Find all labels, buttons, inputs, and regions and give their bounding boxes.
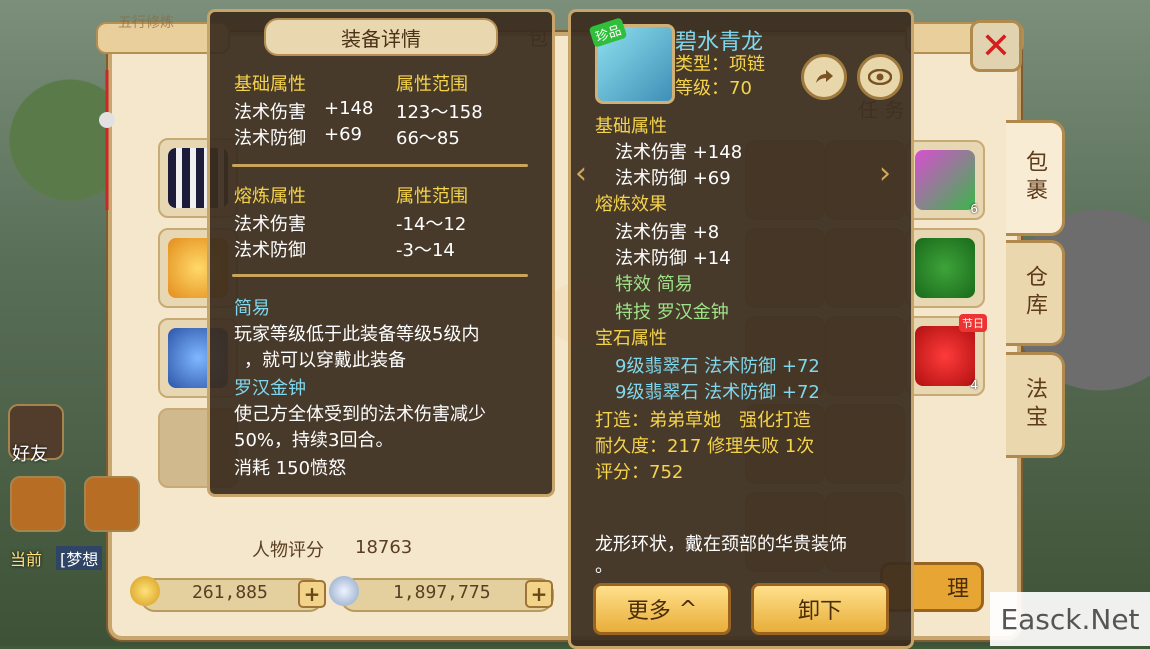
special-skill: 特技 罗汉金钟 — [615, 302, 729, 323]
gem-leaf-icon — [915, 238, 975, 298]
smelt-attr: 法术伤害 +8 — [615, 222, 720, 243]
attr-range: 123～158 — [396, 102, 483, 123]
tassel-ornament — [99, 70, 115, 210]
voice-mic-icon[interactable] — [84, 476, 140, 532]
chat-channel-tag[interactable]: [梦想 — [56, 546, 103, 570]
tab-bag[interactable]: 包裹 — [1006, 120, 1065, 236]
more-button-label: 更多 — [626, 599, 671, 624]
gift-box-icon — [915, 150, 975, 210]
friend-label: 好友 — [12, 444, 48, 465]
base-attr: 法术伤害 +148 — [615, 142, 743, 163]
add-silver-button[interactable]: + — [525, 580, 553, 608]
chat-bubble-icon[interactable] — [10, 476, 66, 532]
attr-name: 法术防御 — [234, 128, 306, 149]
effect-description-cont: ，就可以穿戴此装备 — [244, 350, 406, 371]
stack-count: 4 — [970, 378, 978, 392]
special-effect: 特效 简易 — [615, 274, 693, 295]
rating-info: 评分：752 — [595, 462, 684, 483]
divider — [232, 164, 528, 167]
skill-cost: 消耗 150愤怒 — [234, 458, 347, 479]
durability-info: 耐久度：217 修理失败 1次 — [595, 436, 815, 457]
site-watermark: Easck.Net — [990, 592, 1150, 646]
skill-description-cont: 50%，持续3回合。 — [234, 430, 394, 451]
item-description-tail: 。 — [595, 556, 613, 577]
unequip-button[interactable]: 卸下 — [751, 583, 889, 635]
hidden-title: 五行修炼 — [118, 15, 174, 31]
item-level: 等级：70 — [675, 78, 752, 99]
share-icon — [816, 70, 833, 83]
eye-icon — [868, 69, 892, 85]
gold-amount: 261,885 — [192, 582, 268, 603]
base-attr-header: 基础属性 — [234, 74, 306, 95]
silver-coin-icon — [329, 576, 359, 606]
base-attr: 法术防御 +69 — [615, 168, 731, 189]
effect-description: 玩家等级低于此装备等级5级内 — [234, 324, 480, 345]
add-gold-button[interactable]: + — [298, 580, 326, 608]
close-button[interactable]: ✕ — [970, 20, 1022, 72]
preview-button[interactable] — [857, 54, 903, 100]
tab-storage[interactable]: 仓库 — [1006, 240, 1065, 346]
smelt-attr-header: 熔炼属性 — [234, 186, 306, 207]
current-channel-label: 当前 — [10, 550, 43, 569]
chevron-up-icon: ^ — [678, 596, 698, 622]
festival-badge: 节日 — [959, 314, 987, 332]
stack-count: 6 — [970, 202, 978, 216]
next-item-arrow[interactable]: › — [879, 156, 891, 191]
attr-value: +148 — [324, 98, 374, 119]
smelt-attr: 法术防御 +14 — [615, 248, 731, 269]
gem-attr: 9级翡翠石 法术防御 +72 — [615, 382, 820, 403]
bag-slot-item[interactable] — [905, 228, 985, 308]
base-attr-header: 基础属性 — [595, 116, 667, 137]
score-value: 18763 — [355, 537, 413, 558]
smelt-attr-name: 法术伤害 — [234, 214, 306, 235]
item-type: 类型：项链 — [675, 54, 765, 75]
more-button[interactable]: 更多 ^ — [593, 583, 731, 635]
smelt-attr-range: -14～12 — [396, 214, 467, 235]
forge-info: 打造：弟弟草她 强化打造 — [595, 410, 811, 431]
close-icon: ✕ — [980, 25, 1012, 67]
share-button[interactable] — [801, 54, 847, 100]
attr-value: +69 — [324, 124, 362, 145]
santa-hat-icon — [915, 326, 975, 386]
silver-amount: 1,897,775 — [393, 582, 491, 603]
bag-slot-item[interactable]: 6 — [905, 140, 985, 220]
tab-magic-treasure[interactable]: 法宝 — [1006, 352, 1065, 458]
smelt-attr-range: -3～14 — [396, 240, 455, 261]
skill-name: 罗汉金钟 — [234, 378, 306, 399]
smelt-effect-header: 熔炼效果 — [595, 194, 667, 215]
popup-title: 装备详情 — [264, 18, 498, 56]
item-info-popup: 珍品 碧水青龙 类型：项链 等级：70 ‹ › 基础属性 法术伤害 +148 法… — [568, 9, 914, 649]
attr-name: 法术伤害 — [234, 102, 306, 123]
gem-attr-header: 宝石属性 — [595, 328, 667, 349]
gem-attr: 9级翡翠石 法术防御 +72 — [615, 356, 820, 377]
attr-range: 66～85 — [396, 128, 460, 149]
effect-name: 简易 — [234, 298, 270, 319]
smelt-range-header: 属性范围 — [396, 186, 468, 207]
score-label: 人物评分 — [252, 540, 324, 561]
skill-description: 使己方全体受到的法术伤害减少 — [234, 404, 486, 425]
gold-coin-icon — [130, 576, 160, 606]
divider — [232, 274, 528, 277]
smelt-attr-name: 法术防御 — [234, 240, 306, 261]
attr-range-header: 属性范围 — [396, 74, 468, 95]
equipment-detail-popup: 装备详情 基础属性 属性范围 法术伤害 +148 123～158 法术防御 +6… — [207, 9, 555, 497]
prev-item-arrow[interactable]: ‹ — [575, 156, 587, 191]
bag-slot-item[interactable]: 节日 4 — [905, 314, 987, 396]
item-description: 龙形环状，戴在颈部的华贵装饰 — [595, 534, 847, 555]
